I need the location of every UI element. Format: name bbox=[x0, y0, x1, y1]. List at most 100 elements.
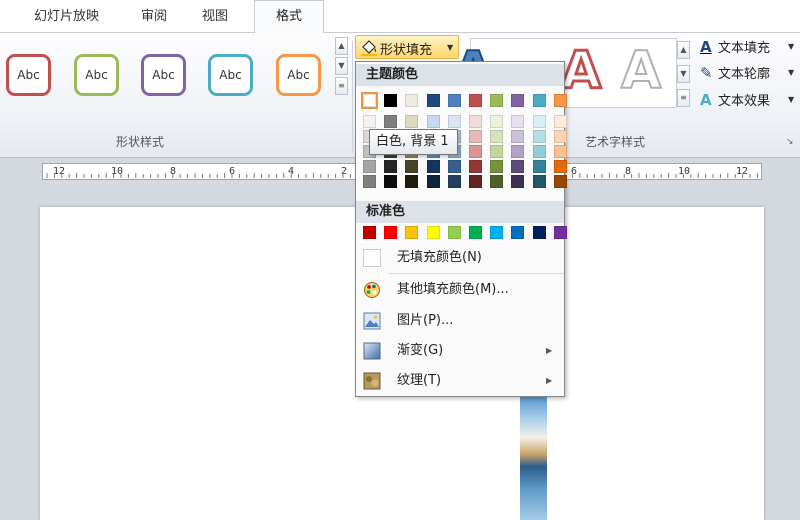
theme-shade-swatch[interactable] bbox=[363, 175, 376, 188]
standard-color-swatch[interactable] bbox=[511, 226, 525, 239]
theme-shade-swatch[interactable] bbox=[511, 175, 525, 188]
theme-shade-swatch[interactable] bbox=[511, 130, 525, 143]
tab-format[interactable]: 格式 bbox=[254, 0, 324, 33]
theme-color-swatch[interactable] bbox=[469, 94, 482, 107]
theme-shade-swatch[interactable] bbox=[384, 160, 398, 173]
theme-color-swatch[interactable] bbox=[384, 94, 398, 107]
standard-color-swatch[interactable] bbox=[490, 226, 504, 239]
theme-shade-swatch[interactable] bbox=[553, 145, 567, 158]
theme-shade-swatch[interactable] bbox=[490, 115, 504, 128]
theme-shade-swatch[interactable] bbox=[553, 160, 567, 173]
theme-shade-swatch[interactable] bbox=[511, 145, 525, 158]
theme-color-swatch[interactable] bbox=[532, 94, 546, 107]
theme-shade-swatch[interactable] bbox=[532, 145, 546, 158]
texture-fill-item[interactable]: 纹理(T) ▶ bbox=[357, 367, 563, 395]
theme-shade-swatch[interactable] bbox=[532, 115, 546, 128]
dialog-launcher-icon[interactable]: ↘ bbox=[786, 137, 794, 147]
pen-icon: ✎ bbox=[700, 64, 713, 82]
standard-color-swatch[interactable] bbox=[553, 226, 567, 239]
wordart-scroll-up[interactable]: ▲ bbox=[677, 41, 690, 59]
theme-shade-swatch[interactable] bbox=[447, 115, 461, 128]
text-effects-label: 文本效果 bbox=[718, 94, 771, 109]
theme-shade-swatch[interactable] bbox=[532, 160, 546, 173]
shape-style-label: Abc bbox=[287, 68, 310, 82]
theme-color-swatch[interactable] bbox=[553, 94, 567, 107]
theme-color-swatch[interactable] bbox=[405, 94, 419, 107]
theme-color-swatch[interactable] bbox=[447, 94, 461, 107]
theme-shade-swatch[interactable] bbox=[532, 130, 546, 143]
theme-color-swatch[interactable] bbox=[490, 94, 504, 107]
theme-shade-swatch[interactable] bbox=[363, 160, 376, 173]
chevron-right-icon: ▶ bbox=[546, 346, 553, 355]
text-fill-button[interactable]: A 文本填充 ▼ bbox=[700, 36, 794, 58]
theme-shade-swatch[interactable] bbox=[426, 175, 440, 188]
wordart-style-red-outline[interactable]: A bbox=[559, 40, 602, 103]
theme-shade-swatch[interactable] bbox=[490, 145, 504, 158]
picture-icon bbox=[363, 312, 381, 330]
texture-fill-label: 纹理(T) bbox=[397, 373, 442, 388]
theme-shade-swatch[interactable] bbox=[490, 175, 504, 188]
theme-shade-swatch[interactable] bbox=[405, 115, 419, 128]
picture-fill-item[interactable]: 图片(P)... bbox=[357, 307, 563, 335]
shape-style-thumb[interactable]: Abc bbox=[74, 54, 119, 96]
theme-shade-swatch[interactable] bbox=[511, 160, 525, 173]
theme-shade-swatch[interactable] bbox=[511, 115, 525, 128]
shape-style-thumb[interactable]: Abc bbox=[6, 54, 51, 96]
theme-shade-swatch[interactable] bbox=[490, 130, 504, 143]
tab-slideshow[interactable]: 幻灯片放映 bbox=[34, 5, 99, 31]
text-outline-button[interactable]: ✎ 文本轮廓 ▼ bbox=[700, 62, 794, 84]
theme-shade-swatch[interactable] bbox=[426, 115, 440, 128]
text-effects-button[interactable]: A 文本效果 ▼ bbox=[700, 89, 794, 111]
no-fill-item[interactable]: 无填充颜色(N) bbox=[357, 244, 563, 272]
wordart-style-gray-outline[interactable]: A bbox=[620, 40, 662, 102]
wordart-expand[interactable]: ≡ bbox=[677, 89, 690, 107]
theme-shade-swatch[interactable] bbox=[447, 160, 461, 173]
theme-shade-swatch[interactable] bbox=[447, 175, 461, 188]
theme-shade-swatch[interactable] bbox=[405, 160, 419, 173]
gallery-scroll-down[interactable]: ▼ bbox=[335, 57, 348, 75]
wordart-scroll-down[interactable]: ▼ bbox=[677, 65, 690, 83]
standard-color-swatch[interactable] bbox=[469, 226, 482, 239]
theme-shade-swatch[interactable] bbox=[426, 160, 440, 173]
theme-shade-swatch[interactable] bbox=[469, 130, 482, 143]
standard-color-swatch[interactable] bbox=[384, 226, 398, 239]
shape-fill-dropdown: 主题颜色 标准色 无填充颜色(N) 其他填充颜色(M)... 图片(P)... … bbox=[355, 61, 567, 397]
theme-color-swatch[interactable] bbox=[511, 94, 525, 107]
theme-shade-swatch[interactable] bbox=[469, 160, 482, 173]
paint-bucket-icon bbox=[361, 40, 377, 56]
gradient-fill-item[interactable]: 渐变(G) ▶ bbox=[357, 337, 563, 365]
standard-color-swatch[interactable] bbox=[405, 226, 419, 239]
theme-color-swatch[interactable] bbox=[361, 92, 378, 109]
theme-shade-swatch[interactable] bbox=[363, 115, 376, 128]
shape-style-thumb[interactable]: Abc bbox=[276, 54, 321, 96]
text-fill-icon: A bbox=[700, 38, 712, 56]
theme-shade-swatch[interactable] bbox=[384, 115, 398, 128]
standard-color-swatch[interactable] bbox=[363, 226, 376, 239]
theme-shade-swatch[interactable] bbox=[553, 130, 567, 143]
shape-style-thumb[interactable]: Abc bbox=[208, 54, 253, 96]
theme-shade-swatch[interactable] bbox=[469, 115, 482, 128]
group-label-shape-styles: 形状样式 bbox=[116, 135, 165, 149]
theme-shade-swatch[interactable] bbox=[532, 175, 546, 188]
tab-view[interactable]: 视图 bbox=[202, 5, 228, 31]
group-separator bbox=[352, 41, 353, 153]
inserted-picture[interactable] bbox=[520, 393, 547, 520]
theme-shade-swatch[interactable] bbox=[553, 175, 567, 188]
standard-color-swatch[interactable] bbox=[426, 226, 440, 239]
standard-color-swatch[interactable] bbox=[532, 226, 546, 239]
shape-fill-button[interactable]: 形状填充 ▼ bbox=[355, 35, 459, 59]
shape-style-label: Abc bbox=[85, 68, 108, 82]
theme-shade-swatch[interactable] bbox=[469, 145, 482, 158]
theme-color-swatch[interactable] bbox=[426, 94, 440, 107]
gallery-expand[interactable]: ≡ bbox=[335, 77, 348, 95]
more-fill-colors-item[interactable]: 其他填充颜色(M)... bbox=[357, 276, 563, 304]
shape-style-thumb[interactable]: Abc bbox=[141, 54, 186, 96]
gallery-scroll-up[interactable]: ▲ bbox=[335, 37, 348, 55]
theme-shade-swatch[interactable] bbox=[469, 175, 482, 188]
theme-shade-swatch[interactable] bbox=[405, 175, 419, 188]
theme-shade-swatch[interactable] bbox=[384, 175, 398, 188]
theme-shade-swatch[interactable] bbox=[553, 115, 567, 128]
theme-shade-swatch[interactable] bbox=[490, 160, 504, 173]
tab-review[interactable]: 审阅 bbox=[141, 5, 167, 31]
standard-color-swatch[interactable] bbox=[447, 226, 461, 239]
